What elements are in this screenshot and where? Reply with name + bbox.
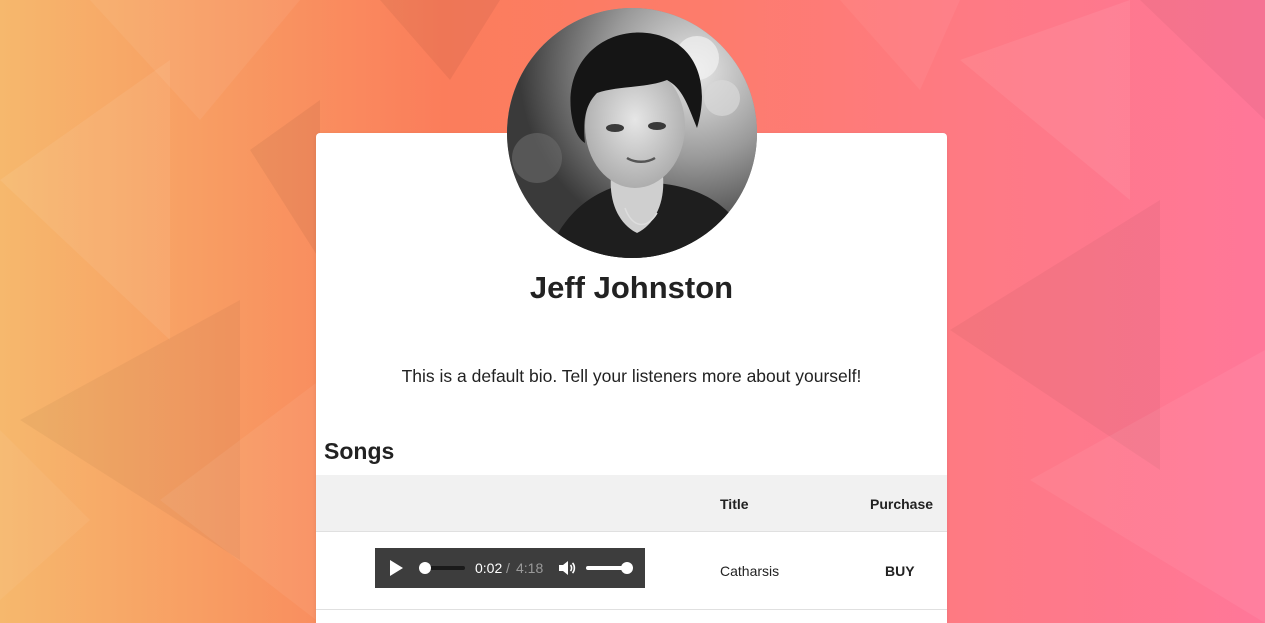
audio-player: 0:02 / 4:18 <box>375 548 645 588</box>
current-time: 0:02 <box>475 560 503 576</box>
total-time: 4:18 <box>516 560 544 576</box>
song-title: Catharsis <box>720 563 780 579</box>
time-separator: / <box>506 560 510 576</box>
buy-button[interactable]: BUY <box>885 563 915 579</box>
column-header-purchase: Purchase <box>870 496 934 512</box>
column-header-title: Title <box>720 496 749 512</box>
volume-icon[interactable] <box>558 559 576 577</box>
play-icon[interactable] <box>387 559 405 577</box>
volume-knob[interactable] <box>621 562 633 574</box>
artist-avatar <box>507 8 757 258</box>
artist-name: Jeff Johnston <box>529 270 734 305</box>
avatar-photo <box>507 8 757 258</box>
table-row: 0:02 / 4:18 Catharsis BUY <box>316 532 947 610</box>
artist-bio: This is a default bio. Tell your listene… <box>401 366 862 386</box>
progress-knob[interactable] <box>419 562 431 574</box>
songs-heading: Songs <box>324 438 395 464</box>
songs-table-header: Title Purchase <box>316 475 947 532</box>
